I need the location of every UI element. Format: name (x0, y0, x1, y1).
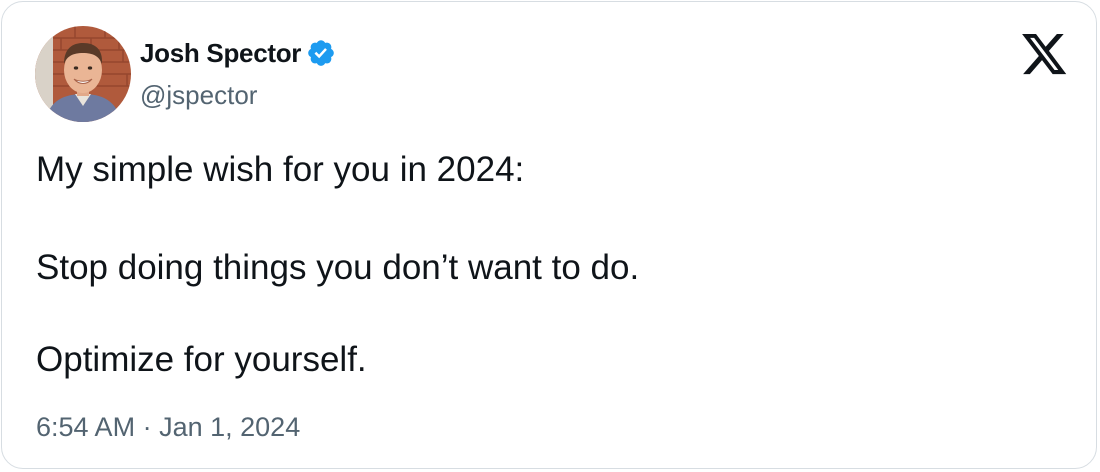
tweet-date: Jan 1, 2024 (159, 412, 301, 442)
avatar[interactable] (35, 26, 131, 122)
tweet-text-line: My simple wish for you in 2024: (36, 150, 525, 189)
profile-photo (35, 26, 131, 122)
tweet-card[interactable]: Josh Spector @jspector My simple wish fo… (1, 1, 1097, 469)
tweet-time: 6:54 AM (36, 412, 136, 442)
tweet-text-line: Optimize for yourself. (36, 340, 367, 379)
author-handle[interactable]: @jspector (140, 80, 257, 111)
display-name[interactable]: Josh Spector (140, 38, 301, 69)
timestamp-separator: · (142, 412, 152, 442)
tweet-timestamp[interactable]: 6:54 AM · Jan 1, 2024 (36, 412, 300, 443)
verified-badge-icon (306, 38, 336, 68)
tweet-text-line: Stop doing things you don’t want to do. (36, 248, 640, 287)
x-logo-icon[interactable] (1022, 34, 1068, 76)
author-name-row: Josh Spector (140, 35, 336, 71)
